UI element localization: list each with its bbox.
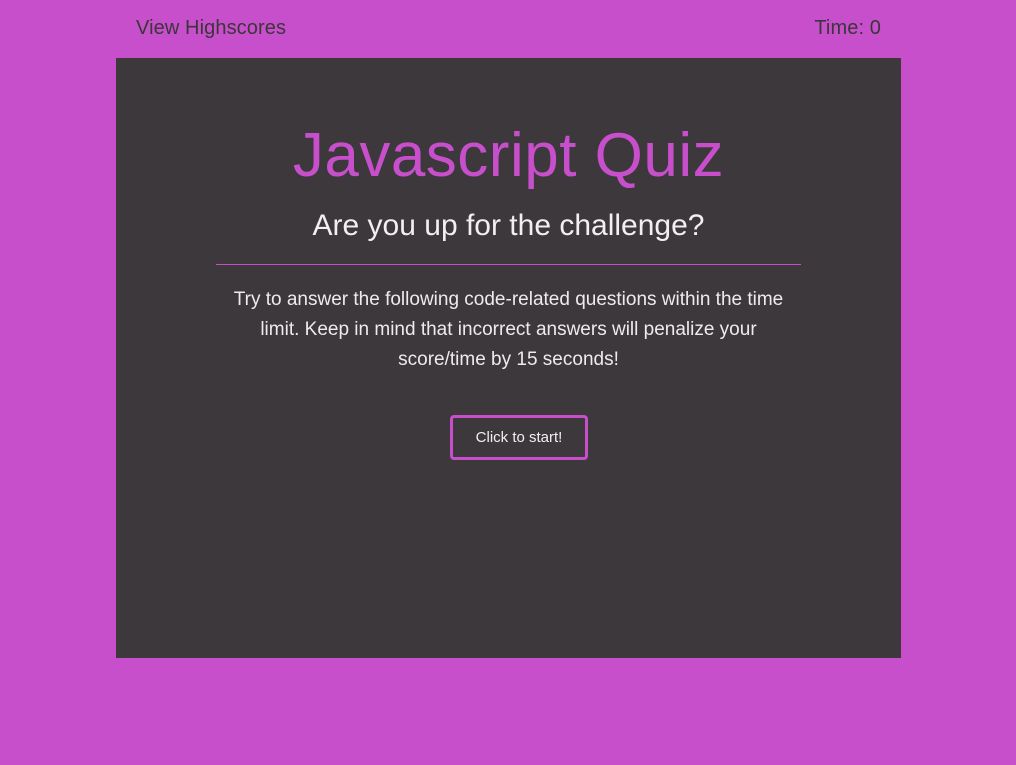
- quiz-subtitle: Are you up for the challenge?: [312, 209, 705, 242]
- quiz-title: Javascript Quiz: [292, 121, 725, 190]
- title-divider: [216, 264, 801, 265]
- top-bar: View Highscores Time: 0: [0, 0, 1016, 58]
- quiz-instructions: Try to answer the following code-related…: [233, 289, 784, 370]
- view-highscores-link[interactable]: View Highscores: [136, 17, 286, 40]
- start-quiz-button[interactable]: Click to start!: [450, 415, 588, 460]
- timer-display: Time: 0: [814, 17, 881, 39]
- quiz-panel: Javascript Quiz Are you up for the chall…: [116, 58, 901, 658]
